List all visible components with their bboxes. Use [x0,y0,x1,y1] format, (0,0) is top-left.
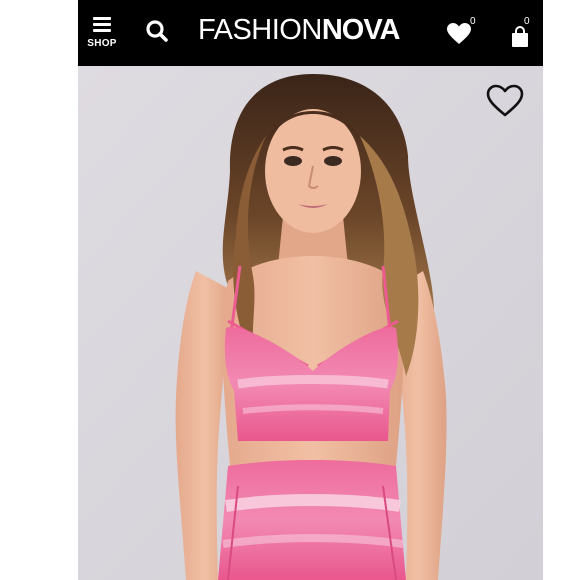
heart-outline-icon [486,84,524,117]
shopping-bag-icon [512,26,528,47]
wishlist-button[interactable]: 0 [446,14,480,48]
add-to-favorites-button[interactable] [486,84,526,120]
cart-count: 0 [524,16,530,27]
shop-label: SHOP [87,38,117,49]
product-image[interactable] [78,66,543,580]
brand-logo[interactable]: FASHIONNOVA [198,13,401,47]
shop-menu-button[interactable]: SHOP [86,14,118,54]
heart-filled-icon [447,23,471,44]
logo-text-bold: NOVA [321,14,401,46]
wishlist-count: 0 [470,16,476,27]
app-frame: SHOP FASHIONNOVA 0 0 [78,0,543,580]
model-photo [78,66,543,580]
search-icon [146,20,168,42]
search-button[interactable] [144,18,170,44]
logo-text-light: FASHION [198,14,322,46]
top-header: SHOP FASHIONNOVA 0 0 [78,0,543,66]
hamburger-menu-icon [93,17,111,33]
cart-button[interactable]: 0 [506,14,536,48]
